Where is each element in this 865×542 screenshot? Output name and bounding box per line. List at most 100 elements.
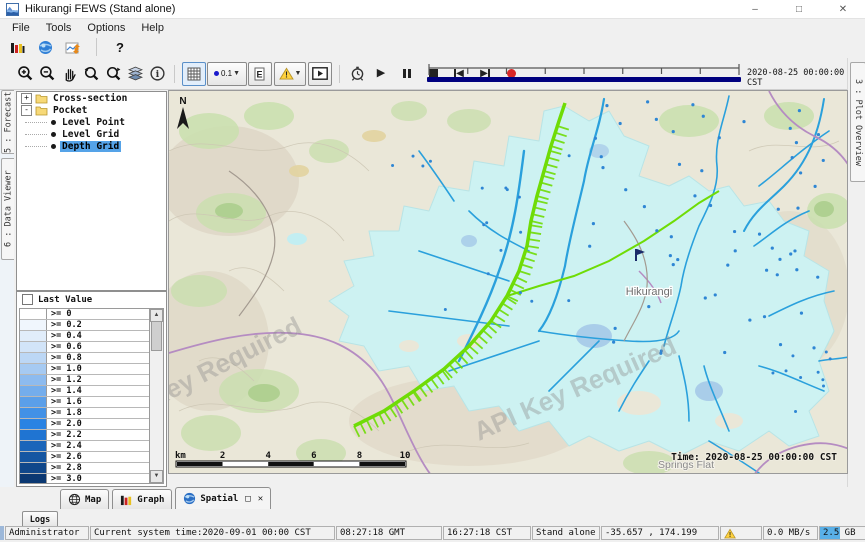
tree-item-cross-section[interactable]: + Cross-section xyxy=(17,92,166,104)
zoom-next-icon[interactable] xyxy=(102,63,124,85)
help-button[interactable]: ? xyxy=(109,36,131,58)
legend-row: >= 0.4 xyxy=(20,331,150,342)
map-canvas[interactable]: Hikurangi Springs Flat API Key Required … xyxy=(168,90,848,474)
bullet-icon xyxy=(51,120,56,125)
status-coordinates: -35.657 , 174.199 xyxy=(601,526,719,540)
legend-color-swatch xyxy=(20,320,47,330)
tab-map[interactable]: Map xyxy=(60,489,109,509)
tree-item-level-point[interactable]: Level Point xyxy=(17,116,166,128)
class-interval-dropdown[interactable]: 0.1 ▼ xyxy=(207,62,247,86)
tree-item-label: Cross-section xyxy=(51,93,129,104)
tab-label: Graph xyxy=(137,495,164,505)
status-bar: Administrator Current system time:2020-0… xyxy=(0,526,865,542)
legend-scrollbar[interactable]: ▲ ▼ xyxy=(149,309,163,483)
legend-color-swatch xyxy=(20,430,47,440)
tab-label: Map xyxy=(85,495,101,505)
close-button[interactable]: ✕ xyxy=(821,0,865,18)
legend-color-swatch xyxy=(20,331,47,341)
last-value-checkbox-row[interactable]: Last Value xyxy=(17,292,166,307)
status-mode: Stand alone xyxy=(532,526,600,540)
legend-row: >= 2.4 xyxy=(20,441,150,452)
tree-item-label: Level Point xyxy=(60,117,127,128)
legend-row: >= 0.2 xyxy=(20,320,150,331)
svg-text:8: 8 xyxy=(357,451,362,461)
tab-plot-overview[interactable]: 3 : Plot Overview xyxy=(850,62,865,182)
collapse-icon[interactable]: - xyxy=(21,105,32,116)
scroll-down-icon[interactable]: ▼ xyxy=(150,470,163,483)
zoom-out-icon[interactable] xyxy=(36,63,58,85)
zoom-in-icon[interactable] xyxy=(14,63,36,85)
legend-row-label: >= 0.6 xyxy=(47,342,82,352)
menu-tools[interactable]: Tools xyxy=(38,21,80,35)
animation-timer-icon[interactable] xyxy=(346,63,368,85)
legend-row-label: >= 0 xyxy=(47,309,71,319)
legend-color-swatch xyxy=(20,397,47,407)
legend-color-swatch xyxy=(20,408,47,418)
menu-bar: FileToolsOptionsHelp xyxy=(0,19,865,36)
legend-color-swatch xyxy=(20,419,47,429)
maximize-panel-icon[interactable]: □ xyxy=(245,494,250,504)
menu-help[interactable]: Help xyxy=(133,21,172,35)
legend-color-swatch xyxy=(20,309,47,319)
explorer-bars-icon[interactable] xyxy=(6,36,28,58)
expand-icon[interactable]: + xyxy=(21,93,32,104)
status-warning-cell[interactable]: ! xyxy=(720,526,762,540)
lake xyxy=(287,233,307,245)
tree-item-level-grid[interactable]: Level Grid xyxy=(17,128,166,140)
tree-item-depth-grid[interactable]: Depth Grid xyxy=(17,140,166,152)
tree-item-label: Pocket xyxy=(51,105,89,116)
tab-spatial[interactable]: Spatial□✕ xyxy=(175,487,271,509)
layers-icon[interactable] xyxy=(124,63,146,85)
legend-row-label: >= 2.2 xyxy=(47,430,82,440)
tree-connector xyxy=(25,146,47,147)
bottom-tab-bar: MapGraphSpatial□✕ xyxy=(0,486,865,509)
bullet-icon xyxy=(51,132,56,137)
pan-hand-icon[interactable] xyxy=(58,63,80,85)
play-button[interactable]: ▶ xyxy=(371,64,391,84)
interval-value: 0.1 xyxy=(221,69,232,78)
legend-row-label: >= 1.6 xyxy=(47,397,82,407)
label-contours-button[interactable]: E xyxy=(248,62,272,86)
status-local-time: 16:27:18 CST xyxy=(443,526,531,540)
info-icon[interactable]: i xyxy=(146,63,168,85)
legend-row: >= 2.8 xyxy=(20,463,150,474)
left-tab-strip: 5 : Forecast 6 : Data Viewer xyxy=(0,90,14,487)
legend-row-label: >= 1.4 xyxy=(47,386,82,396)
legend-color-swatch xyxy=(20,342,47,352)
zoom-previous-icon[interactable] xyxy=(80,63,102,85)
window-title: Hikurangi FEWS (Stand alone) xyxy=(25,3,175,15)
thresholds-dropdown[interactable]: ! ▼ xyxy=(274,62,306,86)
tab-graph[interactable]: Graph xyxy=(112,489,172,509)
legend-color-swatch xyxy=(20,353,47,363)
app-logo-icon xyxy=(6,3,19,16)
legend-row: >= 1.0 xyxy=(20,364,150,375)
svg-text:km: km xyxy=(175,451,186,461)
animation-panel-button[interactable] xyxy=(308,62,332,86)
legend-row: >= 1.8 xyxy=(20,408,150,419)
time-slider[interactable] xyxy=(427,62,741,86)
checkbox-icon[interactable] xyxy=(22,294,33,305)
legend-row: >= 2.0 xyxy=(20,419,150,430)
menu-options[interactable]: Options xyxy=(79,21,133,35)
legend-row: >= 1.2 xyxy=(20,375,150,386)
tree-item-pocket[interactable]: - Pocket xyxy=(17,104,166,116)
right-tab-strip: 3 : Plot Overview xyxy=(847,58,865,487)
close-panel-icon[interactable]: ✕ xyxy=(258,494,263,504)
timeseries-import-icon[interactable] xyxy=(62,36,84,58)
grid-display-button[interactable] xyxy=(182,62,206,86)
legend-row-label: >= 1.2 xyxy=(47,375,82,385)
legend-row-label: >= 0.8 xyxy=(47,353,82,363)
svg-text:2: 2 xyxy=(220,451,225,461)
minimize-button[interactable]: – xyxy=(733,0,777,18)
interval-dot-icon xyxy=(214,71,219,76)
pause-button[interactable] xyxy=(397,64,417,84)
svg-text:4: 4 xyxy=(265,451,271,461)
globe-icon[interactable] xyxy=(34,36,56,58)
town-label: Hikurangi xyxy=(626,286,672,298)
menu-file[interactable]: File xyxy=(4,21,38,35)
maximize-button[interactable]: □ xyxy=(777,0,821,18)
legend-row-label: >= 2.8 xyxy=(47,463,82,473)
scrollbar-thumb[interactable] xyxy=(151,321,162,351)
legend-color-swatch xyxy=(20,375,47,385)
legend-row: >= 1.6 xyxy=(20,397,150,408)
